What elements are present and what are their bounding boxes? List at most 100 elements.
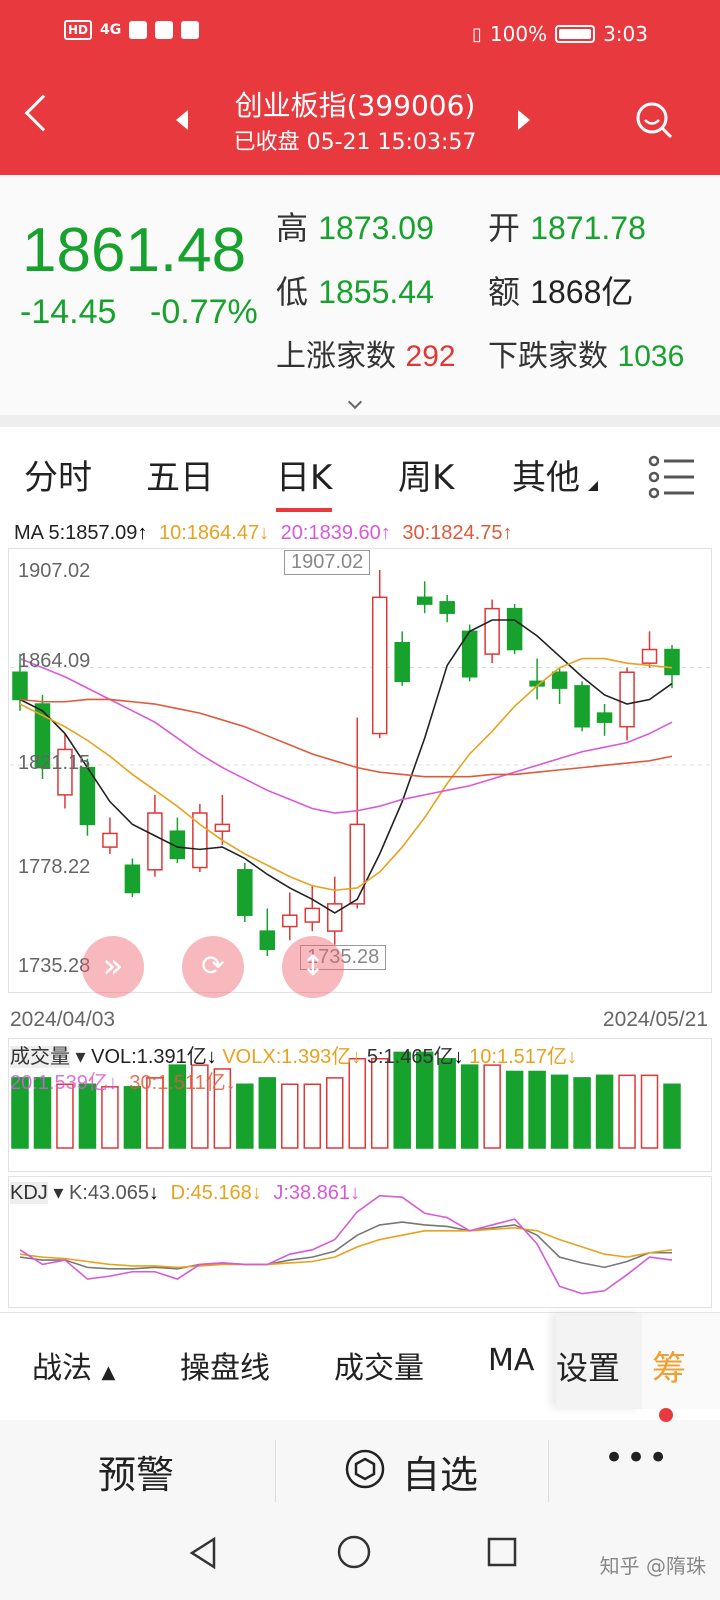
volume-bar [550,1074,569,1149]
toolbar-settings[interactable]: 设置 [556,1313,642,1409]
candle-body [102,832,118,848]
tab-intraday[interactable]: 分时 [24,450,92,499]
toolbar-chips[interactable]: 筹 [642,1313,720,1409]
high-label: 高 [276,209,309,247]
vol20-value: 20:1.539亿 [10,1072,108,1094]
kline-chart[interactable] [0,548,720,993]
caret-up-icon: ▲ [101,1362,116,1383]
high-value: 1873.09 [318,210,434,246]
tab-weekly-k[interactable]: 周K [398,450,454,499]
prev-stock-icon[interactable] [176,110,188,130]
high-field: 高 1873.09 [276,203,434,249]
next-stock-icon[interactable] [518,110,530,130]
section-divider [0,415,720,427]
ma-legend: MA 5:1857.09↑ 10:1864.47↓ 20:1839.60↑ 30… [14,522,513,544]
settings-label: 设置 [556,1349,621,1387]
candle-body [574,685,590,728]
signal-icon: 4G [100,22,122,38]
home-circle-icon[interactable] [336,1534,372,1570]
more-icon[interactable]: ••• [604,1438,670,1478]
toolbar-strategy[interactable]: 战法 ▲ [32,1343,115,1387]
kdj-k-value: K:43.065 [68,1182,150,1204]
alert-button[interactable]: 预警 [98,1444,174,1499]
price-change-pct: -0.77% [150,293,258,331]
end-date: 2024/05/21 [602,1008,708,1031]
market-status: 已收盘 05-21 15:03:57 [233,130,477,155]
last-price: 1861.48 [22,216,247,285]
ma30-value: 30:1824.75 [402,522,503,544]
toolbar-volume[interactable]: 成交量 [334,1343,424,1387]
candle-body [147,812,163,871]
kdj-indicator-label[interactable]: KDJ [10,1182,48,1204]
candle-body [259,930,276,951]
vol-value: VOL:1.391亿 [91,1046,207,1068]
page-title: 创业板指(399006) [234,89,476,122]
volume-bar [640,1074,659,1149]
down-count-label: 下跌家数 [488,339,608,374]
low-label: 低 [276,273,309,311]
down-count-value: 1036 [617,340,685,373]
amount-label: 额 [488,273,521,311]
list-settings-icon[interactable] [648,455,696,499]
back-triangle-icon[interactable] [186,1536,220,1570]
candle-body [641,648,658,664]
tab-five-day[interactable]: 五日 [146,450,214,499]
search-icon[interactable] [634,100,674,140]
status-bar: HD 4G ▯ 100% 3:03 [0,20,720,50]
vibrate-icon: ▯ [471,23,482,45]
toolbar-trade-line[interactable]: 操盘线 [180,1343,270,1387]
quote-panel: 1861.48 -14.45 -0.77% 高 1873.09 开 1871.7… [0,175,720,415]
app-notification-icon [129,21,148,39]
volume-legend: 成交量 ▾ VOL:1.391亿↓ VOLX:1.393亿↓ 5:1.465亿↓… [10,1046,578,1068]
volume-legend-row2: 20:1.539亿↓ 30:1.511亿↓ [10,1072,236,1094]
price-change: -14.45 [20,293,117,331]
volume-bar [460,1064,479,1149]
ma-line-ma20 [19,657,673,814]
candle-body [416,596,433,605]
up-count-value: 292 [405,340,456,373]
book-notification-icon [155,21,174,39]
volume-bar [348,1058,366,1149]
candle-body [619,671,635,728]
y-tick-label: 1735.28 [18,955,91,977]
pan-icon[interactable]: ↕ [282,936,344,998]
kdj-d-value: D:45.168 [170,1182,252,1204]
rotate-icon[interactable]: ⟳ [182,936,244,998]
toolbar-ma[interactable]: MA [488,1343,548,1378]
back-arrow-icon[interactable] [24,94,62,132]
candle-body [551,671,568,689]
volume-bar [528,1070,546,1149]
app-header: HD 4G ▯ 100% 3:03 创业板指(399006) 已收盘 05-21… [0,0,720,175]
candle-body [484,607,500,655]
y-tick-label: 1778.22 [18,856,91,878]
volume-bar [595,1074,614,1149]
ma-line-ma10 [19,657,673,892]
clock: 3:03 [603,22,648,46]
candle-body [214,823,231,832]
fast-forward-icon[interactable]: » [82,936,144,998]
volume-bar [303,1083,322,1149]
volume-indicator-label[interactable]: 成交量 [10,1046,70,1068]
candle-body [371,596,388,735]
candle-body [12,671,28,701]
volume-bar [618,1074,636,1149]
up-count-label: 上涨家数 [276,339,396,374]
watchlist-button[interactable]: 自选 [402,1444,478,1499]
candle-body [124,864,141,894]
up-count-field: 上涨家数 292 [276,331,456,375]
y-tick-label: 1864.09 [18,650,91,672]
add-watchlist-icon[interactable] [344,1448,386,1490]
tab-other[interactable]: 其他 [512,450,580,499]
max-price-marker: 1907.02 [284,550,371,575]
open-label: 开 [488,209,521,247]
vol5-value: 5:1.465亿 [366,1046,454,1068]
tab-daily-k[interactable]: 日K [276,450,333,512]
open-value: 1871.78 [530,210,646,246]
recents-square-icon[interactable] [486,1536,518,1568]
volume-bar [281,1083,299,1149]
low-value: 1855.44 [318,274,434,310]
kdj-j-value: J:38.861 [273,1182,351,1204]
paw-notification-icon [181,21,200,39]
candle-body [282,914,298,928]
expand-chevron-icon[interactable] [347,394,363,410]
